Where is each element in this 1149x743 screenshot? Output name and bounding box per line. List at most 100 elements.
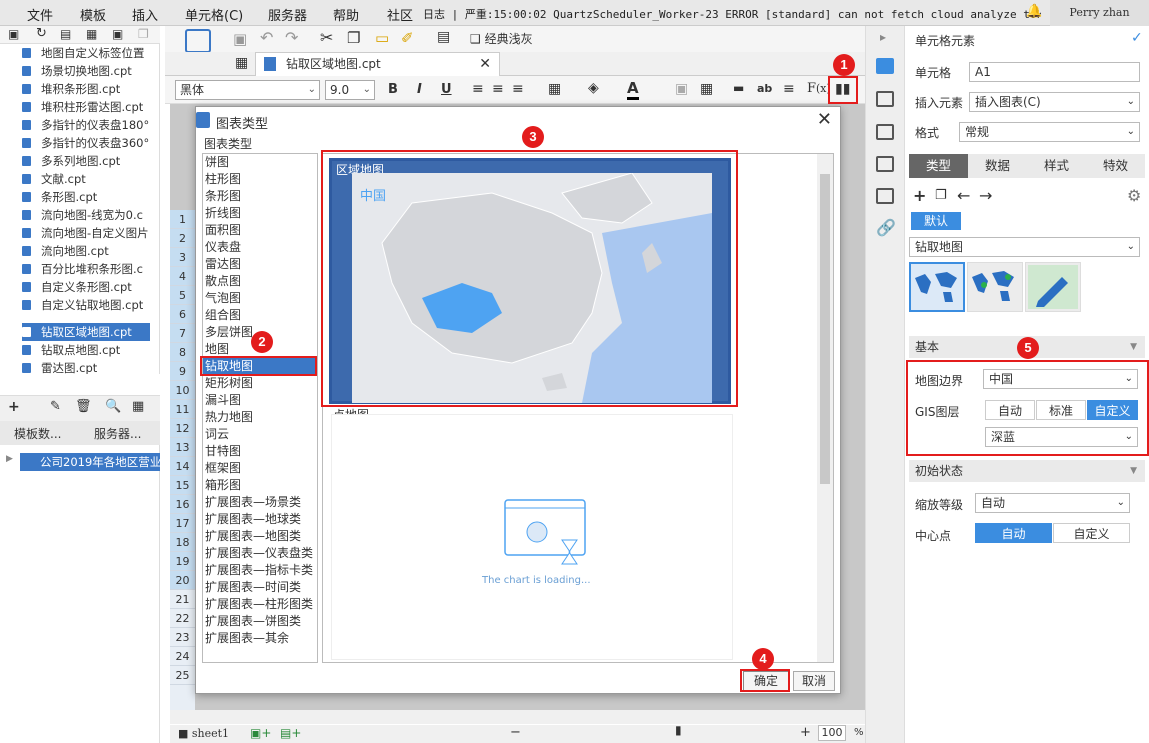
tree-item[interactable]: 公司2019年各地区营业 [20, 453, 160, 471]
row-header[interactable]: 25 [170, 666, 195, 685]
row-header[interactable]: 1 [170, 210, 195, 229]
row-header[interactable]: 13 [170, 438, 195, 457]
row-header[interactable]: 3 [170, 248, 195, 267]
list-item[interactable]: 多指针的仪表盘360° [22, 134, 150, 152]
list-item[interactable]: 自定义条形图.cpt [22, 278, 150, 296]
list-item[interactable]: 钻取点地图.cpt [22, 341, 150, 359]
expand-icon[interactable]: ▶ [6, 454, 13, 464]
user-name[interactable]: Perry zhan [1050, 0, 1149, 26]
tab-server[interactable]: 服务器... [94, 425, 141, 442]
row-header[interactable]: 9 [170, 362, 195, 381]
zoom-slider[interactable]: ▮ [675, 723, 682, 737]
row-header[interactable]: 18 [170, 533, 195, 552]
point-map-thumbnail[interactable] [967, 262, 1023, 312]
zoom-in-icon[interactable]: + [800, 725, 811, 740]
refresh-icon[interactable]: ↻ [36, 26, 47, 41]
center-custom-option[interactable]: 自定义 [1053, 523, 1130, 543]
list-item[interactable]: 自定义钻取地图.cpt [22, 296, 150, 314]
chart-type-item[interactable]: 扩展图表—柱形图类 [205, 596, 313, 613]
save-template-icon[interactable]: ▦ [86, 27, 97, 41]
chart-type-item[interactable]: 矩形树图 [205, 375, 253, 392]
menu-help[interactable]: 帮助 [333, 5, 359, 24]
cancel-button[interactable]: 取消 [793, 671, 835, 691]
grid-lines-icon[interactable]: ▦ [700, 81, 713, 97]
row-header[interactable]: 10 [170, 381, 195, 400]
sheet-tab[interactable]: ■ sheet1 [178, 727, 229, 740]
row-header[interactable]: 16 [170, 495, 195, 514]
row-header[interactable]: 8 [170, 343, 195, 362]
line-icon[interactable]: ▬ [733, 81, 744, 95]
delete-icon[interactable]: 🗑 [75, 399, 92, 414]
align-right-icon[interactable]: ≡ [512, 81, 524, 97]
list-item[interactable]: 场景切换地图.cpt [22, 62, 150, 80]
format-select[interactable]: 常规 ⌄ [959, 122, 1140, 142]
lock-icon[interactable]: ▣ [112, 27, 123, 41]
widget-icon[interactable] [876, 156, 894, 172]
row-header[interactable]: 20 [170, 571, 195, 590]
log-label[interactable]: 日志 [423, 8, 445, 21]
chart-type-item[interactable]: 扩展图表—指标卡类 [205, 562, 313, 579]
chart-type-item[interactable]: 条形图 [205, 188, 241, 205]
font-size-select[interactable]: 9.0 ⌄ [325, 80, 375, 100]
row-header[interactable]: 6 [170, 305, 195, 324]
open-icon[interactable]: ▤ [60, 27, 71, 41]
border-icon[interactable]: ▦ [548, 81, 561, 97]
tab-style[interactable]: 样式 [1027, 154, 1086, 178]
add-sheet-icon[interactable]: ▣+ [250, 726, 271, 740]
cell-field[interactable]: A1 [969, 62, 1140, 82]
chart-type-item[interactable]: 扩展图表—地球类 [205, 511, 301, 528]
chart-type-item[interactable]: 柱形图 [205, 171, 241, 188]
list-item[interactable]: 地图自定义标签位置 [22, 44, 150, 62]
region-map-thumbnail[interactable] [909, 262, 965, 312]
italic-icon[interactable]: I [417, 82, 422, 97]
save-icon[interactable]: ▣ [233, 30, 247, 48]
preview-icon[interactable]: ▤ [437, 29, 450, 45]
format-painter-icon[interactable]: ✐ [401, 29, 414, 47]
add-icon[interactable]: + [913, 186, 926, 205]
list-item-selected[interactable]: 钻取区域地图.cpt [22, 323, 150, 341]
row-header[interactable]: 23 [170, 628, 195, 647]
classic-theme-button[interactable]: ❑ 经典浅灰 [470, 30, 533, 47]
menu-cell[interactable]: 单元格(C) [185, 5, 243, 24]
chart-type-item[interactable]: 扩展图表—其余 [205, 630, 289, 647]
list-item[interactable]: 流向地图.cpt [22, 242, 150, 260]
merge-icon[interactable]: ▣ [675, 81, 688, 97]
row-header[interactable]: 12 [170, 419, 195, 438]
list-item[interactable]: 流向地图-自定义图片 [22, 224, 150, 242]
center-auto-option[interactable]: 自动 [975, 523, 1052, 543]
undo-icon[interactable]: ↶ [260, 28, 273, 47]
list-item[interactable]: 多系列地图.cpt [22, 152, 150, 170]
chart-type-item[interactable]: 热力地图 [205, 409, 253, 426]
chart-type-item[interactable]: 扩展图表—仪表盘类 [205, 545, 313, 562]
chart-type-item[interactable]: 折线图 [205, 205, 241, 222]
close-icon[interactable]: ✕ [817, 109, 832, 130]
row-header[interactable]: 14 [170, 457, 195, 476]
float-element-icon[interactable] [876, 124, 894, 140]
link-icon[interactable]: 🔗 [876, 218, 896, 237]
row-header[interactable]: 17 [170, 514, 195, 533]
chart-type-item[interactable]: 组合图 [205, 307, 241, 324]
edit-icon[interactable]: ✓ [1131, 30, 1143, 46]
new-file-icon[interactable]: ▣ [8, 27, 19, 41]
chart-type-item[interactable]: 甘特图 [205, 443, 241, 460]
list-item[interactable]: 雷达图.cpt [22, 359, 150, 374]
cell-attribute-icon[interactable] [876, 91, 894, 107]
text-icon[interactable]: ab [757, 82, 772, 95]
row-header[interactable]: 21 [170, 590, 195, 609]
menu-server[interactable]: 服务器 [268, 5, 307, 24]
cut-icon[interactable]: ✂ [320, 28, 333, 47]
row-header[interactable]: 2 [170, 229, 195, 248]
paste-icon[interactable]: ▭ [375, 29, 389, 47]
tab-effects[interactable]: 特效 [1086, 154, 1145, 178]
edit-icon[interactable]: ✎ [50, 399, 61, 414]
copy-icon[interactable]: ❐ [138, 27, 149, 41]
font-select[interactable]: 黑体 ⌄ [175, 80, 320, 100]
tab-data[interactable]: 数据 [968, 154, 1027, 178]
redo-icon[interactable]: ↷ [285, 28, 298, 47]
menu-community[interactable]: 社区 [387, 5, 413, 24]
chart-type-item[interactable]: 扩展图表—场景类 [205, 494, 301, 511]
row-header[interactable]: 15 [170, 476, 195, 495]
row-header[interactable]: 7 [170, 324, 195, 343]
chart-type-item[interactable]: 扩展图表—饼图类 [205, 613, 301, 630]
bell-icon[interactable]: 🔔 [1026, 4, 1042, 19]
